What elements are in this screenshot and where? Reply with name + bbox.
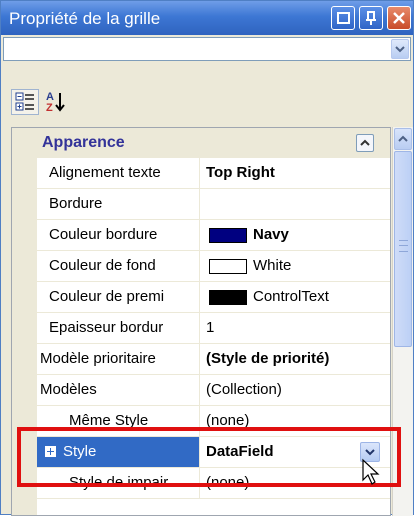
highlight-box xyxy=(17,427,401,487)
object-selector-bar xyxy=(1,35,413,77)
alphabetical-button[interactable]: A Z xyxy=(43,89,71,115)
property-row[interactable]: Bordure xyxy=(37,189,390,220)
close-button[interactable] xyxy=(387,6,411,30)
title-bar[interactable]: Propriété de la grille xyxy=(1,1,413,35)
categorized-icon xyxy=(15,92,34,111)
scroll-thumb[interactable] xyxy=(394,151,412,347)
property-value: Top Right xyxy=(206,164,275,181)
property-row[interactable]: Couleur bordure Navy xyxy=(37,220,390,251)
grid-toolbar: A Z xyxy=(1,77,413,121)
property-value: ControlText xyxy=(253,288,329,305)
svg-text:Z: Z xyxy=(46,102,53,113)
property-row[interactable]: Epaisseur bordur 1 xyxy=(37,313,390,344)
property-name: Alignement texte xyxy=(49,164,161,181)
sort-az-icon: A Z xyxy=(46,91,65,114)
chevron-up-icon xyxy=(360,139,370,146)
property-name: Couleur de fond xyxy=(49,257,156,274)
property-row[interactable]: Couleur de fond White xyxy=(37,251,390,282)
property-name: Couleur de premi xyxy=(49,288,165,305)
property-name: Modèle prioritaire xyxy=(40,350,156,367)
close-icon xyxy=(393,12,405,24)
pin-icon xyxy=(366,11,376,25)
property-value: Navy xyxy=(253,226,289,243)
color-swatch xyxy=(209,259,247,274)
chevron-down-icon xyxy=(395,46,405,53)
scroll-up-button[interactable] xyxy=(394,128,412,150)
maximize-button[interactable] xyxy=(331,6,355,30)
collapse-category-button[interactable] xyxy=(356,134,374,152)
object-selector-combo[interactable] xyxy=(3,37,411,61)
color-swatch xyxy=(209,228,247,243)
property-row[interactable]: Alignement texte Top Right xyxy=(37,158,390,189)
property-name: Modèles xyxy=(40,381,97,398)
property-row[interactable]: Couleur de premi ControlText xyxy=(37,282,390,313)
chevron-up-icon xyxy=(398,135,408,142)
property-name: Couleur bordure xyxy=(49,226,158,243)
grip-icon xyxy=(399,240,408,252)
maximize-icon xyxy=(337,12,350,24)
category-apparence[interactable]: Apparence xyxy=(12,128,390,158)
object-selector-dropdown-button[interactable] xyxy=(391,39,409,59)
property-name: Epaisseur bordur xyxy=(49,319,164,336)
pin-button[interactable] xyxy=(359,6,383,30)
property-value: (Collection) xyxy=(206,381,282,398)
property-value: White xyxy=(253,257,292,274)
window-title: Propriété de la grille xyxy=(9,9,161,28)
cursor-icon xyxy=(362,458,380,485)
property-name: Bordure xyxy=(49,195,103,212)
color-swatch xyxy=(209,290,247,305)
property-row[interactable]: Modèle prioritaire (Style de priorité) xyxy=(37,344,390,375)
category-label: Apparence xyxy=(42,134,125,151)
property-value: 1 xyxy=(206,319,215,336)
property-row[interactable]: Modèles (Collection) xyxy=(37,375,390,406)
property-value: (Style de priorité) xyxy=(206,350,330,367)
categorized-button[interactable] xyxy=(11,89,39,115)
